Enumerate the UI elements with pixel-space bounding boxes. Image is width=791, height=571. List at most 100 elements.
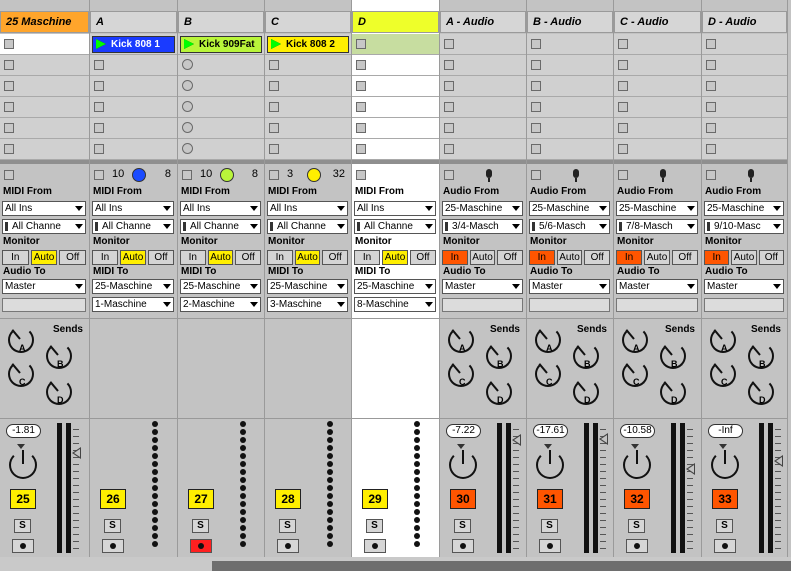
clip-slot[interactable] xyxy=(440,76,526,97)
output-select[interactable]: Master xyxy=(616,279,698,294)
clip-slot[interactable] xyxy=(0,97,89,118)
pan-knob[interactable] xyxy=(536,450,564,479)
play-icon[interactable] xyxy=(96,39,106,49)
stop-button-icon[interactable] xyxy=(706,60,716,70)
track-header[interactable]: C xyxy=(265,11,351,33)
microphone-icon[interactable] xyxy=(748,169,754,182)
stop-button-icon[interactable] xyxy=(706,102,716,112)
input-source-select[interactable]: All Ins xyxy=(180,201,261,216)
stop-button-icon[interactable] xyxy=(706,123,716,133)
volume-readout[interactable]: -10.58 xyxy=(620,424,655,438)
clip-slot[interactable] xyxy=(0,55,89,76)
stop-button-icon[interactable] xyxy=(356,102,366,112)
input-source-select[interactable]: All Ins xyxy=(92,201,174,216)
input-channel-select[interactable]: All Channe xyxy=(267,219,348,234)
clip-slot[interactable] xyxy=(440,55,526,76)
track-activator-button[interactable]: 28 xyxy=(275,489,301,509)
solo-button[interactable]: S xyxy=(628,519,645,533)
stop-button-icon[interactable] xyxy=(269,102,279,112)
monitor-off-button[interactable]: Off xyxy=(59,250,87,265)
monitor-in-button[interactable]: In xyxy=(616,250,642,265)
clip-slot[interactable] xyxy=(527,76,613,97)
clip-slot[interactable] xyxy=(0,34,89,55)
output-select[interactable]: Master xyxy=(442,279,523,294)
record-slot-icon[interactable] xyxy=(182,80,193,91)
clip-slot[interactable] xyxy=(527,34,613,55)
monitor-off-button[interactable]: Off xyxy=(235,250,262,265)
track-activator-button[interactable]: 33 xyxy=(712,489,738,509)
arm-button[interactable] xyxy=(539,539,561,553)
clip-slot[interactable]: Kick 909Fat xyxy=(178,34,264,55)
stop-button-icon[interactable] xyxy=(269,81,279,91)
output-channel-select[interactable]: 2-Maschine xyxy=(180,297,261,312)
clip-slot[interactable] xyxy=(265,139,351,160)
stop-clip-icon[interactable] xyxy=(444,170,454,180)
clip-slot[interactable] xyxy=(90,76,177,97)
clip-slot[interactable] xyxy=(90,55,177,76)
monitor-in-button[interactable]: In xyxy=(180,250,206,265)
volume-fader-handle-icon[interactable] xyxy=(72,447,81,459)
track-activator-button[interactable]: 26 xyxy=(100,489,126,509)
track-header[interactable]: 25 Maschine xyxy=(0,11,89,33)
monitor-auto-button[interactable]: Auto xyxy=(469,250,496,265)
clip-slot[interactable] xyxy=(527,118,613,139)
input-source-select[interactable]: All Ins xyxy=(2,201,86,216)
volume-readout[interactable]: -7.22 xyxy=(446,424,481,438)
clip-slot[interactable] xyxy=(352,97,439,118)
clip-slot[interactable] xyxy=(614,76,701,97)
clip-slot[interactable] xyxy=(265,118,351,139)
stop-button-icon[interactable] xyxy=(269,60,279,70)
monitor-in-button[interactable]: In xyxy=(2,250,29,265)
output-channel-select[interactable]: 1-Maschine xyxy=(92,297,174,312)
record-slot-icon[interactable] xyxy=(182,101,193,112)
stop-button-icon[interactable] xyxy=(269,123,279,133)
arm-button[interactable] xyxy=(12,539,34,553)
monitor-off-button[interactable]: Off xyxy=(410,250,436,265)
monitor-off-button[interactable]: Off xyxy=(148,250,174,265)
stop-button-icon[interactable] xyxy=(531,144,541,154)
clip-slot[interactable] xyxy=(0,76,89,97)
monitor-in-button[interactable]: In xyxy=(442,250,468,265)
volume-readout[interactable]: -1.81 xyxy=(6,424,41,438)
stop-button-icon[interactable] xyxy=(4,60,14,70)
track-header[interactable]: B - Audio xyxy=(527,11,613,33)
track-header[interactable]: C - Audio xyxy=(614,11,701,33)
stop-button-icon[interactable] xyxy=(356,60,366,70)
output-select[interactable]: 25-Maschine xyxy=(354,279,436,294)
monitor-off-button[interactable]: Off xyxy=(584,250,611,265)
clip-slot[interactable] xyxy=(0,139,89,160)
input-channel-select[interactable]: All Channe xyxy=(354,219,436,234)
clip-slot[interactable]: Kick 808 1 xyxy=(90,34,177,55)
stop-clip-icon[interactable] xyxy=(269,170,279,180)
solo-button[interactable]: S xyxy=(104,519,121,533)
stop-button-icon[interactable] xyxy=(94,144,104,154)
stop-button-icon[interactable] xyxy=(444,123,454,133)
track-activator-button[interactable]: 27 xyxy=(188,489,214,509)
pan-knob[interactable] xyxy=(9,450,37,479)
solo-button[interactable]: S xyxy=(279,519,296,533)
track-header[interactable]: B xyxy=(178,11,264,33)
clip-slot[interactable] xyxy=(178,97,264,118)
input-source-select[interactable]: 25-Maschine xyxy=(529,201,610,216)
horizontal-scrollbar[interactable] xyxy=(212,561,791,571)
stop-button-icon[interactable] xyxy=(356,144,366,154)
output-channel-select[interactable]: 3-Maschine xyxy=(267,297,348,312)
arm-button[interactable] xyxy=(714,539,736,553)
volume-fader-handle-icon[interactable] xyxy=(686,463,695,475)
stop-button-icon[interactable] xyxy=(356,81,366,91)
stop-button-icon[interactable] xyxy=(4,102,14,112)
stop-button-icon[interactable] xyxy=(444,102,454,112)
clip[interactable]: Kick 808 1 xyxy=(92,36,175,53)
monitor-off-button[interactable]: Off xyxy=(322,250,349,265)
arm-button[interactable] xyxy=(277,539,299,553)
volume-fader-handle-icon[interactable] xyxy=(774,455,783,467)
clip-slot[interactable] xyxy=(352,55,439,76)
solo-button[interactable]: S xyxy=(14,519,31,533)
solo-button[interactable]: S xyxy=(192,519,209,533)
track-activator-button[interactable]: 31 xyxy=(537,489,563,509)
clip-slot[interactable] xyxy=(614,118,701,139)
record-slot-icon[interactable] xyxy=(182,122,193,133)
stop-button-icon[interactable] xyxy=(531,81,541,91)
stop-button-icon[interactable] xyxy=(531,102,541,112)
input-channel-select[interactable]: All Channe xyxy=(2,219,86,234)
